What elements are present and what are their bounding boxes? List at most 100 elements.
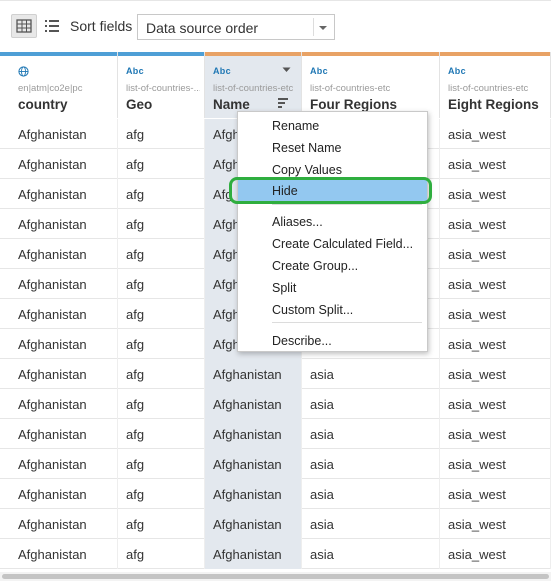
table-cell-eight-regions: asia_west	[440, 479, 551, 509]
chevron-down-icon[interactable]	[282, 67, 291, 73]
column-type-label: Abc	[126, 66, 144, 76]
column-header-name[interactable]: Abc list-of-countries-etc Name	[205, 52, 302, 118]
menu-item-create-group[interactable]: Create Group...	[238, 255, 427, 277]
table-cell-country: Afghanistan	[0, 299, 118, 329]
table-row: Afghanistan afg Afghanistan asia asia_west	[0, 539, 551, 569]
table-cell-geo: afg	[118, 509, 205, 539]
table-cell-country: Afghanistan	[0, 149, 118, 179]
table-cell-name: Afghanistan	[205, 419, 302, 449]
table-row: Afghanistan afg Afghanistan asia asia_west	[0, 449, 551, 479]
table-cell-country: Afghanistan	[0, 209, 118, 239]
table-cell-country: Afghanistan	[0, 539, 118, 569]
menu-item-create-calculated-field[interactable]: Create Calculated Field...	[238, 233, 427, 255]
table-cell-eight-regions: asia_west	[440, 329, 551, 359]
table-row: Afghanistan afg Afghanistan asia asia_west	[0, 389, 551, 419]
column-source-label: list-of-countries-etc	[448, 83, 529, 94]
table-cell-eight-regions: asia_west	[440, 539, 551, 569]
column-name-label: Geo	[126, 97, 153, 112]
table-cell-eight-regions: asia_west	[440, 179, 551, 209]
menu-item-aliases[interactable]: Aliases...	[238, 211, 427, 233]
table-cell-eight-regions: asia_west	[440, 359, 551, 389]
table-cell-name: Afghanistan	[205, 359, 302, 389]
table-cell-country: Afghanistan	[0, 509, 118, 539]
toolbar: Sort fields Data source order	[0, 0, 551, 53]
table-cell-eight-regions: asia_west	[440, 119, 551, 149]
table-cell-country: Afghanistan	[0, 449, 118, 479]
table-cell-eight-regions: asia_west	[440, 509, 551, 539]
table-cell-four-regions: asia	[302, 419, 440, 449]
globe-icon	[18, 66, 29, 77]
table-cell-four-regions: asia	[302, 539, 440, 569]
table-cell-geo: afg	[118, 299, 205, 329]
column-source-label: list-of-countries-etc	[310, 83, 391, 94]
table-cell-geo: afg	[118, 449, 205, 479]
menu-item-split[interactable]: Split	[238, 277, 427, 299]
column-source-color-bar	[205, 52, 301, 56]
sort-icon[interactable]	[278, 98, 289, 108]
sort-fields-select[interactable]: Data source order	[137, 14, 335, 40]
chevron-down-icon	[319, 26, 327, 30]
column-header-country[interactable]: en|atm|co2e|pc country	[0, 52, 118, 118]
column-headers: en|atm|co2e|pc country Abc list-of-countrie…	[0, 52, 551, 118]
column-source-color-bar	[440, 52, 550, 56]
table-cell-country: Afghanistan	[0, 389, 118, 419]
table-cell-country: Afghanistan	[0, 479, 118, 509]
table-cell-country: Afghanistan	[0, 269, 118, 299]
menu-item-custom-split[interactable]: Custom Split...	[238, 299, 427, 321]
table-row: Afghanistan afg Afghanistan asia asia_west	[0, 509, 551, 539]
table-cell-name: Afghanistan	[205, 389, 302, 419]
table-cell-country: Afghanistan	[0, 179, 118, 209]
table-cell-eight-regions: asia_west	[440, 389, 551, 419]
scrollbar-thumb[interactable]	[2, 574, 549, 579]
table-cell-geo: afg	[118, 359, 205, 389]
sort-fields-label: Sort fields	[70, 18, 133, 34]
table-cell-eight-regions: asia_west	[440, 239, 551, 269]
table-cell-name: Afghanistan	[205, 509, 302, 539]
grid-view-button[interactable]	[11, 14, 37, 38]
table-cell-country: Afghanistan	[0, 419, 118, 449]
horizontal-scrollbar[interactable]	[0, 572, 551, 581]
column-context-menu: Rename Reset Name Copy Values Hide Aliases..…	[237, 111, 428, 352]
column-source-label: en|atm|co2e|pc	[18, 83, 83, 94]
table-cell-country: Afghanistan	[0, 359, 118, 389]
menu-separator	[272, 204, 422, 205]
column-header-four-regions[interactable]: Abc list-of-countries-etc Four Regions	[302, 52, 440, 118]
column-name-label: Name	[213, 97, 250, 112]
table-cell-geo: afg	[118, 149, 205, 179]
table-cell-four-regions: asia	[302, 359, 440, 389]
column-header-geo[interactable]: Abc list-of-countries-... Geo	[118, 52, 205, 118]
table-cell-eight-regions: asia_west	[440, 209, 551, 239]
menu-item-reset-name[interactable]: Reset Name	[238, 137, 427, 159]
table-cell-geo: afg	[118, 389, 205, 419]
highlight-annotation-ring	[229, 177, 432, 204]
menu-separator	[272, 322, 422, 323]
table-cell-four-regions: asia	[302, 449, 440, 479]
table-cell-eight-regions: asia_west	[440, 149, 551, 179]
table-cell-geo: afg	[118, 539, 205, 569]
list-view-button[interactable]	[43, 16, 61, 36]
table-cell-country: Afghanistan	[0, 239, 118, 269]
column-type-label: Abc	[310, 66, 328, 76]
table-cell-country: Afghanistan	[0, 329, 118, 359]
table-row: Afghanistan afg Afghanistan asia asia_west	[0, 419, 551, 449]
column-source-color-bar	[302, 52, 439, 56]
table-cell-country: Afghanistan	[0, 119, 118, 149]
column-header-eight-regions[interactable]: Abc list-of-countries-etc Eight Regions	[440, 52, 551, 118]
table-cell-geo: afg	[118, 209, 205, 239]
column-source-color-bar	[0, 52, 117, 56]
table-cell-name: Afghanistan	[205, 479, 302, 509]
table-cell-geo: afg	[118, 479, 205, 509]
table-cell-geo: afg	[118, 329, 205, 359]
table-cell-eight-regions: asia_west	[440, 299, 551, 329]
table-cell-four-regions: asia	[302, 389, 440, 419]
column-name-label: Four Regions	[310, 97, 397, 112]
table-cell-name: Afghanistan	[205, 539, 302, 569]
column-type-label: Abc	[448, 66, 466, 76]
table-cell-eight-regions: asia_west	[440, 449, 551, 479]
column-source-color-bar	[118, 52, 204, 56]
menu-item-rename[interactable]: Rename	[238, 115, 427, 137]
column-name-label: Eight Regions	[448, 97, 539, 112]
table-cell-geo: afg	[118, 419, 205, 449]
menu-item-describe[interactable]: Describe...	[238, 330, 427, 352]
table-cell-four-regions: asia	[302, 509, 440, 539]
